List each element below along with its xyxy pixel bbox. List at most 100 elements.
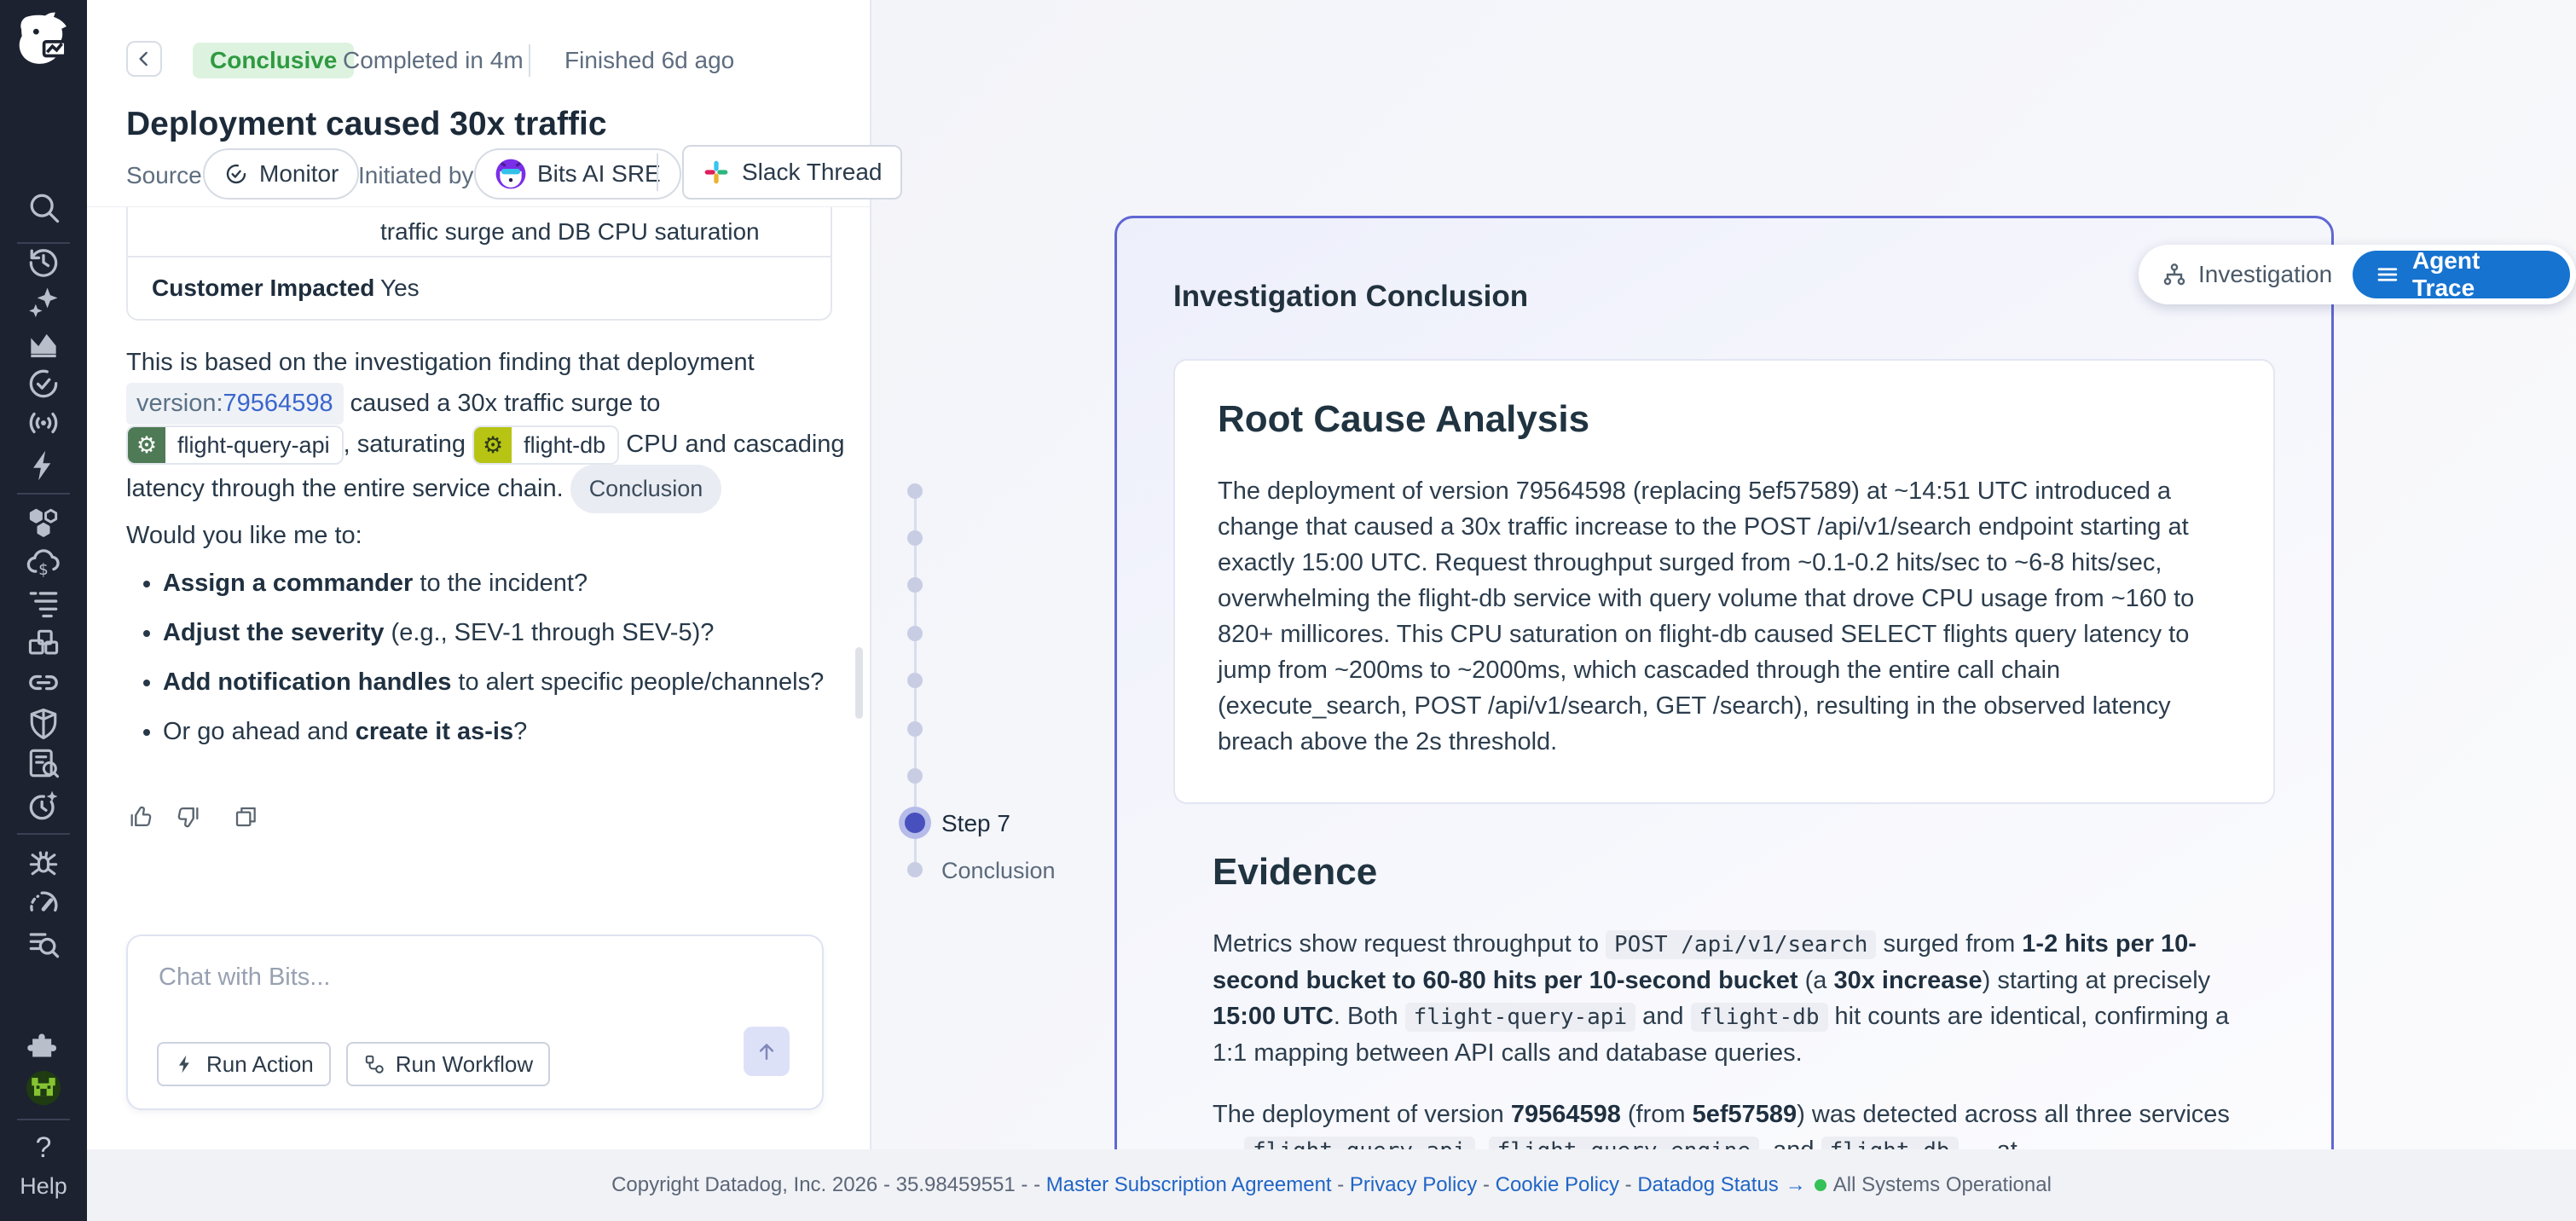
view-toggle: Investigation Agent Trace — [2139, 245, 2576, 304]
header-divider — [657, 153, 658, 191]
timeline-step-dot[interactable] — [907, 721, 923, 737]
root-cause-card: Root Cause Analysis The deployment of ve… — [1173, 359, 2275, 804]
footer-link-cookie[interactable]: Cookie Policy — [1496, 1173, 1619, 1197]
timeline-step-dot[interactable] — [907, 626, 923, 641]
code-chip: POST /api/v1/search — [1606, 930, 1876, 959]
search-icon[interactable] — [25, 188, 62, 226]
service-chip-flight-db[interactable]: ⚙flight-db — [472, 425, 619, 465]
chevron-left-icon — [133, 48, 155, 70]
message-text: , saturating — [344, 431, 473, 458]
llm-observability-icon[interactable] — [25, 787, 62, 825]
monitors-icon[interactable] — [25, 365, 62, 402]
copyright-text: Copyright Datadog, Inc. 2026 - 35.984595… — [611, 1173, 1028, 1197]
software-catalog-icon[interactable] — [25, 624, 62, 662]
monitor-icon — [223, 161, 249, 187]
user-avatar[interactable] — [22, 1067, 65, 1109]
incident-summary-table: traffic surge and DB CPU saturation Cust… — [126, 207, 832, 321]
help-label: Help — [0, 1173, 87, 1200]
actions-lightning-icon[interactable] — [25, 447, 62, 484]
initiated-by-value: Bits AI SRE — [537, 160, 661, 188]
datadog-logo-icon[interactable] — [12, 9, 75, 72]
initiated-by-label: Initiated by — [358, 150, 473, 201]
lightning-icon — [174, 1053, 196, 1075]
service-chip-flight-query-api[interactable]: ⚙flight-query-api — [126, 425, 344, 465]
service-connections-icon[interactable] — [25, 664, 62, 702]
conclusion-chip[interactable]: Conclusion — [570, 465, 722, 513]
svg-text:$: $ — [38, 561, 49, 579]
bug-icon[interactable] — [25, 843, 62, 881]
sidebar-divider — [17, 1119, 70, 1120]
timeline-conclusion-label[interactable]: Conclusion — [941, 858, 1056, 884]
timeline-step-dot[interactable] — [907, 530, 923, 546]
logs-icon[interactable] — [25, 583, 62, 621]
chat-input-card: Run Action Run Workflow — [126, 935, 824, 1110]
investigation-conclusion-panel: Investigation Conclusion Root Cause Anal… — [1114, 216, 2334, 1205]
page-title: Deployment caused 30x traffic — [126, 106, 607, 143]
thumbs-up-icon[interactable] — [128, 803, 155, 830]
agent-trace-toggle-label: Agent Trace — [2412, 247, 2548, 302]
timeline-step-dot[interactable] — [907, 577, 923, 593]
run-action-button[interactable]: Run Action — [157, 1042, 331, 1086]
message-text: This is based on the investigation findi… — [126, 349, 755, 376]
header-divider — [529, 44, 530, 77]
cloud-cost-icon[interactable]: $ — [25, 544, 62, 582]
version-tag[interactable]: version:79564598 — [126, 383, 344, 425]
run-workflow-label: Run Workflow — [396, 1051, 533, 1078]
list-lines-icon — [2375, 262, 2400, 287]
send-button[interactable] — [744, 1027, 790, 1076]
workflow-icon — [363, 1053, 385, 1075]
feedback-row — [128, 803, 259, 830]
slack-thread-label: Slack Thread — [742, 159, 882, 186]
thumbs-down-icon[interactable] — [174, 803, 201, 830]
apm-hexagons-icon[interactable] — [25, 505, 62, 542]
watchdog-icon[interactable] — [25, 404, 62, 442]
app-window: $ — [0, 0, 2576, 1221]
agent-trace-toggle[interactable]: Agent Trace — [2353, 251, 2570, 298]
security-shield-icon[interactable] — [25, 705, 62, 743]
footer-link-msa[interactable]: Master Subscription Agreement — [1046, 1173, 1332, 1197]
table-cell-label: Customer Impacted — [152, 258, 374, 319]
message-text: caused a 30x traffic surge to — [344, 390, 661, 417]
list-item: Or go ahead and create it as-is? — [163, 713, 888, 750]
log-explorer-icon[interactable] — [25, 925, 62, 963]
evidence-section: Evidence Metrics show request throughput… — [1213, 851, 2236, 1195]
initiated-by-pill[interactable]: Bits AI SRE — [474, 148, 681, 200]
sidebar-divider — [17, 493, 70, 495]
footer-link-privacy[interactable]: Privacy Policy — [1350, 1173, 1477, 1197]
copy-icon[interactable] — [232, 803, 259, 830]
hierarchy-icon — [2161, 261, 2188, 288]
bits-ai-sparkles-icon[interactable] — [25, 283, 62, 321]
assistant-prompt: Would you like me to: — [126, 522, 362, 550]
integrations-puzzle-icon[interactable] — [25, 1024, 62, 1062]
chat-input[interactable] — [157, 962, 672, 1016]
metrics-icon[interactable] — [25, 324, 62, 362]
evidence-heading: Evidence — [1213, 851, 2236, 894]
timeline-step-dot[interactable] — [907, 768, 923, 784]
slack-icon — [703, 159, 730, 186]
footer-link-status[interactable]: Datadog Status — [1637, 1173, 1778, 1197]
run-workflow-button[interactable]: Run Workflow — [346, 1042, 550, 1086]
table-row: traffic surge and DB CPU saturation — [128, 207, 831, 258]
timeline-active-dot[interactable] — [899, 807, 931, 839]
performance-gauge-icon[interactable] — [25, 884, 62, 922]
timeline-active-label[interactable]: Step 7 — [941, 810, 1010, 837]
source-label: Source — [126, 150, 202, 201]
audit-trail-icon[interactable] — [25, 744, 62, 782]
back-button[interactable] — [126, 41, 162, 77]
chat-scrollbar[interactable] — [855, 647, 863, 719]
timeline-step-dot[interactable] — [907, 483, 923, 499]
root-cause-body: The deployment of version 79564598 (repl… — [1218, 473, 2231, 760]
slack-thread-button[interactable]: Slack Thread — [682, 145, 902, 200]
investigation-toggle[interactable]: Investigation — [2161, 261, 2332, 288]
timeline-step-dot[interactable] — [907, 673, 923, 688]
timeline-conclusion-dot[interactable] — [907, 862, 923, 877]
investigation-toggle-label: Investigation — [2198, 261, 2332, 288]
source-monitor-pill[interactable]: Monitor — [203, 148, 359, 200]
arrow-up-icon — [754, 1039, 779, 1064]
run-action-label: Run Action — [206, 1051, 314, 1078]
system-status-text: All Systems Operational — [1833, 1173, 2052, 1197]
service-gear-icon: ⚙ — [128, 427, 165, 463]
help-button[interactable]: ? Help — [0, 1131, 87, 1200]
service-gear-icon: ⚙ — [474, 427, 512, 463]
history-icon[interactable] — [25, 243, 62, 281]
